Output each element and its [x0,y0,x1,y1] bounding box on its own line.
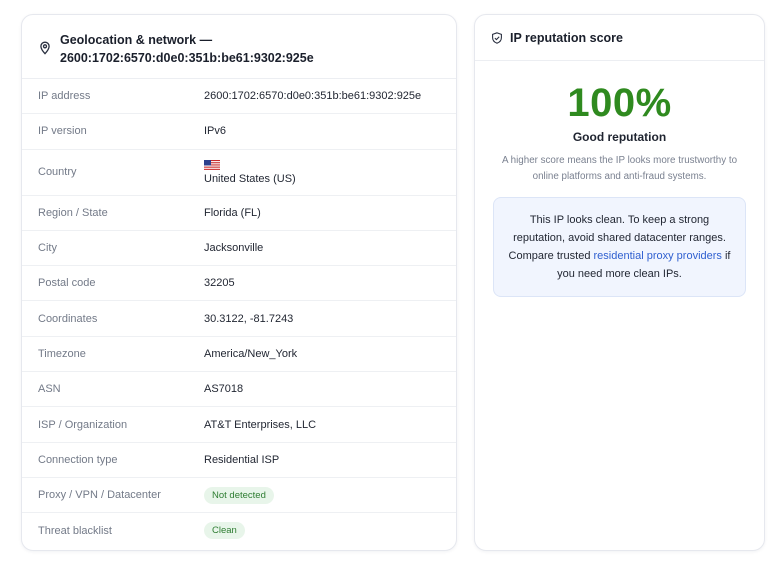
row-value-container: Clean [204,522,456,540]
status-badge: Not detected [204,486,274,504]
row-label: ASN [38,383,61,396]
row-timezone: Timezone America/New_York [22,337,456,373]
row-label: ISP / Organization [38,418,128,431]
row-value: 2600:1702:6570:d0e0:351b:be61:9302:925e [204,90,422,103]
row-value: 32205 [204,277,235,290]
row-label: Proxy / VPN / Datacenter [38,489,161,502]
row-label: Postal code [38,277,96,290]
row-label: Timezone [38,347,86,360]
location-pin-icon [40,41,50,55]
row-label: IP version [38,125,87,138]
geolocation-table: IP address 2600:1702:6570:d0e0:351b:be61… [22,79,456,549]
row-region: Region / State Florida (FL) [22,196,456,231]
row-value-container: Not detected [204,486,456,504]
geolocation-header: Geolocation & network — 2600:1702:6570:d… [22,15,456,79]
row-value: America/New_York [204,347,298,360]
recommendation-note: This IP looks clean. To keep a strong re… [493,197,746,297]
us-flag-icon [204,159,220,171]
row-proxy-vpn: Proxy / VPN / Datacenter Not detected [22,478,456,514]
row-label: Threat blacklist [38,524,112,537]
row-label: Region / State [38,206,108,219]
row-value: 30.3122, -81.7243 [204,312,294,325]
row-connection-type: Connection type Residential ISP [22,443,456,478]
row-value: United States (US) [204,172,296,185]
geolocation-title-line1: Geolocation & network — [60,33,213,47]
row-label: Connection type [38,453,118,466]
row-label: Coordinates [38,312,98,325]
residential-proxy-providers-link[interactable]: residential proxy providers [594,250,722,262]
row-value-container: United States (US) [204,159,456,185]
reputation-explanation: A higher score means the IP looks more t… [501,155,738,182]
row-value: AS7018 [204,383,244,396]
row-postal-code: Postal code 32205 [22,266,456,302]
row-isp: ISP / Organization AT&T Enterprises, LLC [22,407,456,443]
row-country: Country United States (US) [22,150,456,196]
status-badge: Clean [204,522,245,540]
geolocation-title-line2: 2600:1702:6570:d0e0:351b:be61:9302:925e [60,51,314,65]
row-value: Residential ISP [204,453,280,466]
row-asn: ASN AS7018 [22,372,456,408]
row-value: Jacksonville [204,242,264,255]
row-city: City Jacksonville [22,231,456,267]
row-ip-version: IP version IPv6 [22,114,456,150]
reputation-score: 100% [567,81,672,125]
reputation-header: IP reputation score [475,15,764,61]
row-value: Florida (FL) [204,206,261,219]
row-ip-address: IP address 2600:1702:6570:d0e0:351b:be61… [22,79,456,115]
reputation-verdict: Good reputation [572,130,667,144]
row-value: IPv6 [204,125,227,138]
row-label: IP address [38,90,91,103]
row-label: Country [38,166,77,179]
row-value: AT&T Enterprises, LLC [204,418,317,431]
shield-check-icon [492,31,502,44]
row-label: City [38,242,57,255]
geolocation-card: Geolocation & network — 2600:1702:6570:d… [21,14,457,551]
row-coordinates: Coordinates 30.3122, -81.7243 [22,301,456,337]
row-threat-blacklist: Threat blacklist Clean [22,513,456,548]
reputation-card: IP reputation score 100% Good reputation… [474,14,765,551]
reputation-title: IP reputation score [510,30,623,45]
geolocation-title: Geolocation & network — 2600:1702:6570:d… [60,31,314,67]
